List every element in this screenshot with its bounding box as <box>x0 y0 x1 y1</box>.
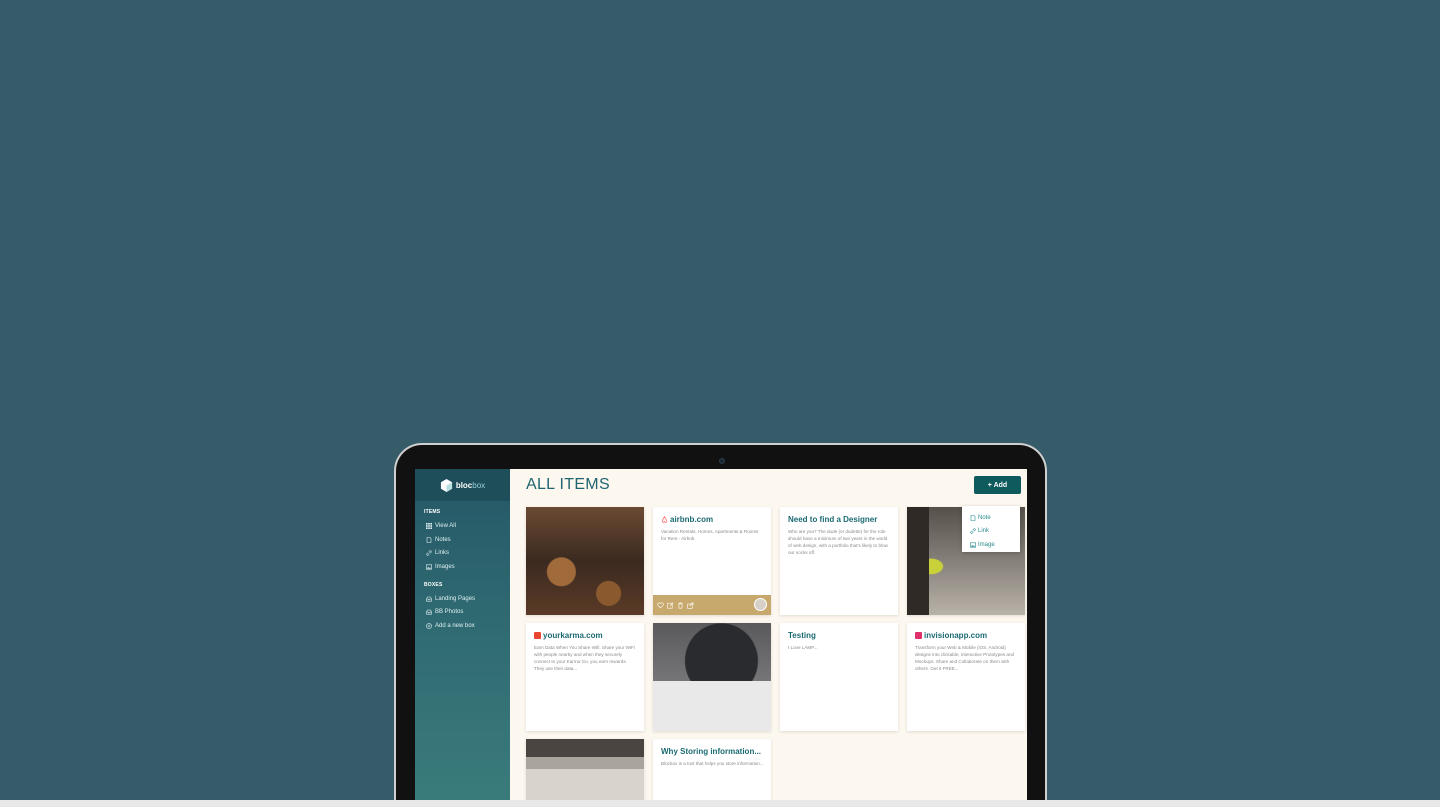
link-card-airbnb[interactable]: airbnb.com Vacation Rentals, Homes, Apar… <box>653 507 771 615</box>
card-description: Transform your Web & Mobile (iOS, Androi… <box>915 645 1015 671</box>
edit-icon[interactable] <box>667 602 674 609</box>
items-heading: ITEMS <box>424 509 441 515</box>
box-icon <box>426 596 432 602</box>
card-description: Vacation Rentals, Homes, Apartments & Ro… <box>661 529 759 541</box>
card-description: I Love LAMP... <box>788 645 818 650</box>
card-title[interactable]: airbnb.com <box>661 515 713 524</box>
bottom-strip <box>0 800 1440 807</box>
link-card-invision[interactable]: invisionapp.com Transform your Web & Mob… <box>907 623 1025 731</box>
sidebar-item-label: Notes <box>435 536 451 543</box>
sidebar-item-notes[interactable]: Notes <box>415 533 510 547</box>
card-title[interactable]: invisionapp.com <box>915 631 987 640</box>
link-card-yourkarma[interactable]: yourkarma.com Earn Data When You Share W… <box>526 623 644 731</box>
boxes-heading: BOXES <box>424 581 443 588</box>
karma-favicon-icon <box>534 632 541 639</box>
grid-icon <box>426 522 432 529</box>
boxes-section: BOXES Landing Pages BB Photos Add a new … <box>415 582 510 633</box>
logo[interactable]: blocbox <box>415 469 510 501</box>
avatar[interactable] <box>754 598 767 611</box>
app-screen: blocbox ITEMS View All Notes Links Image… <box>415 469 1027 807</box>
add-menu-label: Note <box>978 514 991 521</box>
sidebar-box-bb-photos[interactable]: BB Photos <box>415 605 510 619</box>
note-card-testing[interactable]: Testing I Love LAMP... <box>780 623 898 731</box>
note-icon <box>426 536 432 543</box>
image-icon <box>970 542 976 548</box>
link-icon <box>970 528 976 534</box>
image-card-imac[interactable] <box>653 623 771 731</box>
sidebar-item-label: Links <box>435 550 450 557</box>
card-description: Blocbox is a tool that helps you store i… <box>661 761 764 766</box>
add-menu-image[interactable]: Image <box>962 538 1020 552</box>
invision-favicon-icon <box>915 632 922 639</box>
add-menu-label: Link <box>978 528 990 535</box>
card-title[interactable]: Testing <box>788 631 816 640</box>
share-icon[interactable] <box>687 602 694 609</box>
card-title[interactable]: Why Storing information... <box>661 747 761 756</box>
logo-text: blocbox <box>455 480 486 490</box>
sidebar-item-view-all[interactable]: View All <box>415 519 510 533</box>
note-card-storing[interactable]: Why Storing information... Blocbox is a … <box>653 739 771 807</box>
card-description: Who are you? The dude (or dudette) for t… <box>788 529 888 555</box>
note-icon <box>970 514 976 521</box>
add-menu-link[interactable]: Link <box>962 525 1020 539</box>
add-menu-note[interactable]: Note <box>962 511 1020 525</box>
blocbox-logo-icon <box>440 478 452 492</box>
laptop-frame: blocbox ITEMS View All Notes Links Image… <box>394 443 1047 807</box>
main-content: ALL ITEMS + Add airbnb.com Vacation Rent… <box>510 469 1027 807</box>
trash-icon[interactable] <box>677 602 684 609</box>
add-menu-label: Image <box>978 541 995 548</box>
items-section: ITEMS View All Notes Links Images <box>415 509 510 574</box>
sidebar: blocbox ITEMS View All Notes Links Image… <box>415 469 510 807</box>
image-card-bar[interactable] <box>526 507 644 615</box>
sidebar-add-new-box[interactable]: Add a new box <box>415 619 510 633</box>
card-description: Earn Data When You Share Wifi. Share you… <box>534 645 635 671</box>
sidebar-item-label: Add a new box <box>435 622 475 629</box>
sidebar-item-images[interactable]: Images <box>415 560 510 574</box>
camera <box>719 458 725 464</box>
sidebar-box-landing-pages[interactable]: Landing Pages <box>415 592 510 606</box>
card-title[interactable]: Need to find a Designer <box>788 515 877 524</box>
link-icon <box>426 550 432 556</box>
card-actions <box>653 595 771 615</box>
airbnb-favicon-icon <box>661 516 668 523</box>
image-icon <box>426 564 432 570</box>
sidebar-item-label: BB Photos <box>435 609 464 616</box>
sidebar-item-label: Landing Pages <box>435 595 476 602</box>
card-title[interactable]: yourkarma.com <box>534 631 603 640</box>
sidebar-item-links[interactable]: Links <box>415 546 510 560</box>
sidebar-item-label: View All <box>435 522 456 529</box>
image-card-cafe[interactable] <box>526 739 644 807</box>
add-button[interactable]: + Add <box>974 476 1021 494</box>
sidebar-item-label: Images <box>435 563 455 570</box>
box-icon <box>426 609 432 615</box>
plus-circle-icon <box>426 623 432 629</box>
add-dropdown-menu: Note Link Image <box>962 506 1020 552</box>
page-title: ALL ITEMS <box>526 476 610 493</box>
heart-icon[interactable] <box>657 602 664 609</box>
note-card-designer[interactable]: Need to find a Designer Who are you? The… <box>780 507 898 615</box>
